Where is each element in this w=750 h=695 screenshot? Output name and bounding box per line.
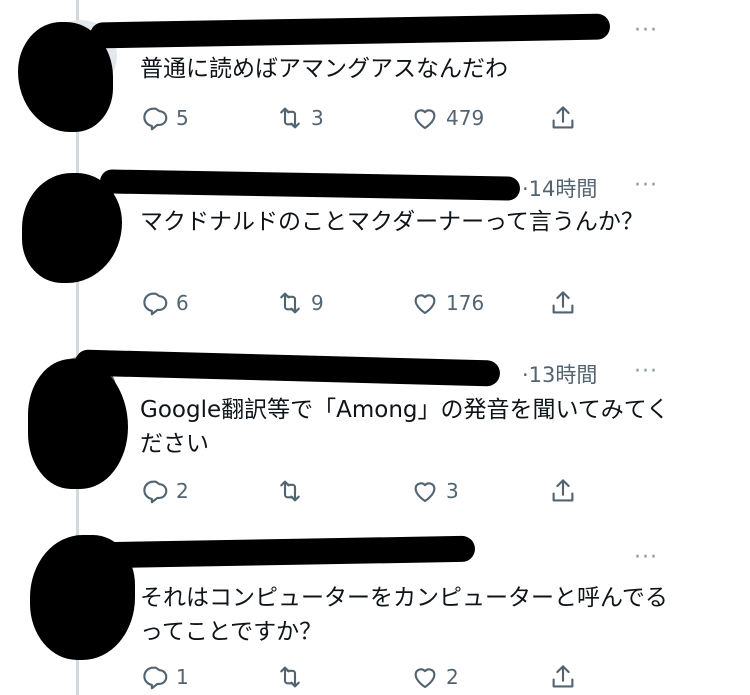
like-icon [414,109,436,130]
retweet-button[interactable] [275,473,311,509]
like-icon [414,482,436,503]
tweet-text: それはコンピューターをカンピューターと呼んでるってことですか？ [140,585,668,645]
redaction [28,359,128,489]
like-count: 2 [446,665,459,689]
share-icon [552,106,574,129]
action-bar: 6 9 176 [140,285,600,321]
retweet-icon [280,292,300,314]
like-icon [414,668,436,689]
reply-icon [143,666,168,690]
like-button[interactable]: 479 [410,100,484,136]
retweet-count: 9 [311,291,324,315]
reply-count: 1 [176,665,189,689]
tweet-timestamp[interactable]: ·14時間 [522,173,597,203]
redaction [74,349,501,387]
share-icon [552,291,574,314]
reply-count: 5 [176,106,189,130]
action-bar: 1 2 [140,659,600,695]
retweet-count: 3 [311,106,324,130]
reply-count: 2 [176,479,189,503]
like-button[interactable]: 2 [410,659,459,695]
share-button[interactable] [548,473,578,509]
tweet[interactable]: ··· 普通に読めばアマングアスなんだわ 5 3 479 [0,0,750,165]
reply-icon [143,480,168,504]
tweet-timestamp[interactable]: ·13時間 [522,359,597,389]
reply-icon [143,107,168,131]
like-count: 3 [446,479,459,503]
like-count: 479 [446,106,485,130]
share-button[interactable] [548,100,578,136]
redaction [99,169,521,201]
reply-count: 6 [176,291,189,315]
retweet-icon [280,666,300,688]
like-count: 176 [446,291,485,315]
more-icon[interactable]: ··· [634,359,658,384]
action-bar: 5 3 479 [140,100,600,136]
like-button[interactable]: 3 [410,473,459,509]
tweet[interactable]: ··· それはコンピューターをカンピューターと呼んでるってことですか？ 1 2 [0,525,750,695]
reply-button[interactable]: 5 [140,100,189,136]
more-icon[interactable]: ··· [634,173,658,198]
redaction [89,13,611,49]
like-button[interactable]: 176 [410,285,484,321]
tweet[interactable]: ·14時間 ··· マクドナルドのことマクダーナーって言うんか？ 6 9 176 [0,165,750,345]
retweet-button[interactable] [275,659,311,695]
share-icon [552,479,574,502]
action-bar: 2 3 [140,473,600,509]
share-button[interactable] [548,659,578,695]
more-icon[interactable]: ··· [634,18,658,43]
tweet-text: マクドナルドのことマクダーナーって言うんか？ [140,209,644,235]
redaction [94,535,476,569]
like-icon [414,294,436,315]
retweet-icon [280,107,300,129]
retweet-icon [280,480,300,502]
share-button[interactable] [548,285,578,321]
reply-icon [143,292,168,316]
retweet-button[interactable]: 9 [275,285,324,321]
reply-button[interactable]: 2 [140,473,189,509]
tweet-text: 普通に読めばアマングアスなんだわ [140,56,508,82]
more-icon[interactable]: ··· [634,545,658,570]
share-icon [552,665,574,688]
tweet[interactable]: ·13時間 ··· Google翻訳等で「Among」の発音を聞いてみてください… [0,345,750,525]
tweet-text: Google翻訳等で「Among」の発音を聞いてみてください [140,397,670,457]
retweet-button[interactable]: 3 [275,100,324,136]
reply-button[interactable]: 1 [140,659,189,695]
reply-button[interactable]: 6 [140,285,189,321]
